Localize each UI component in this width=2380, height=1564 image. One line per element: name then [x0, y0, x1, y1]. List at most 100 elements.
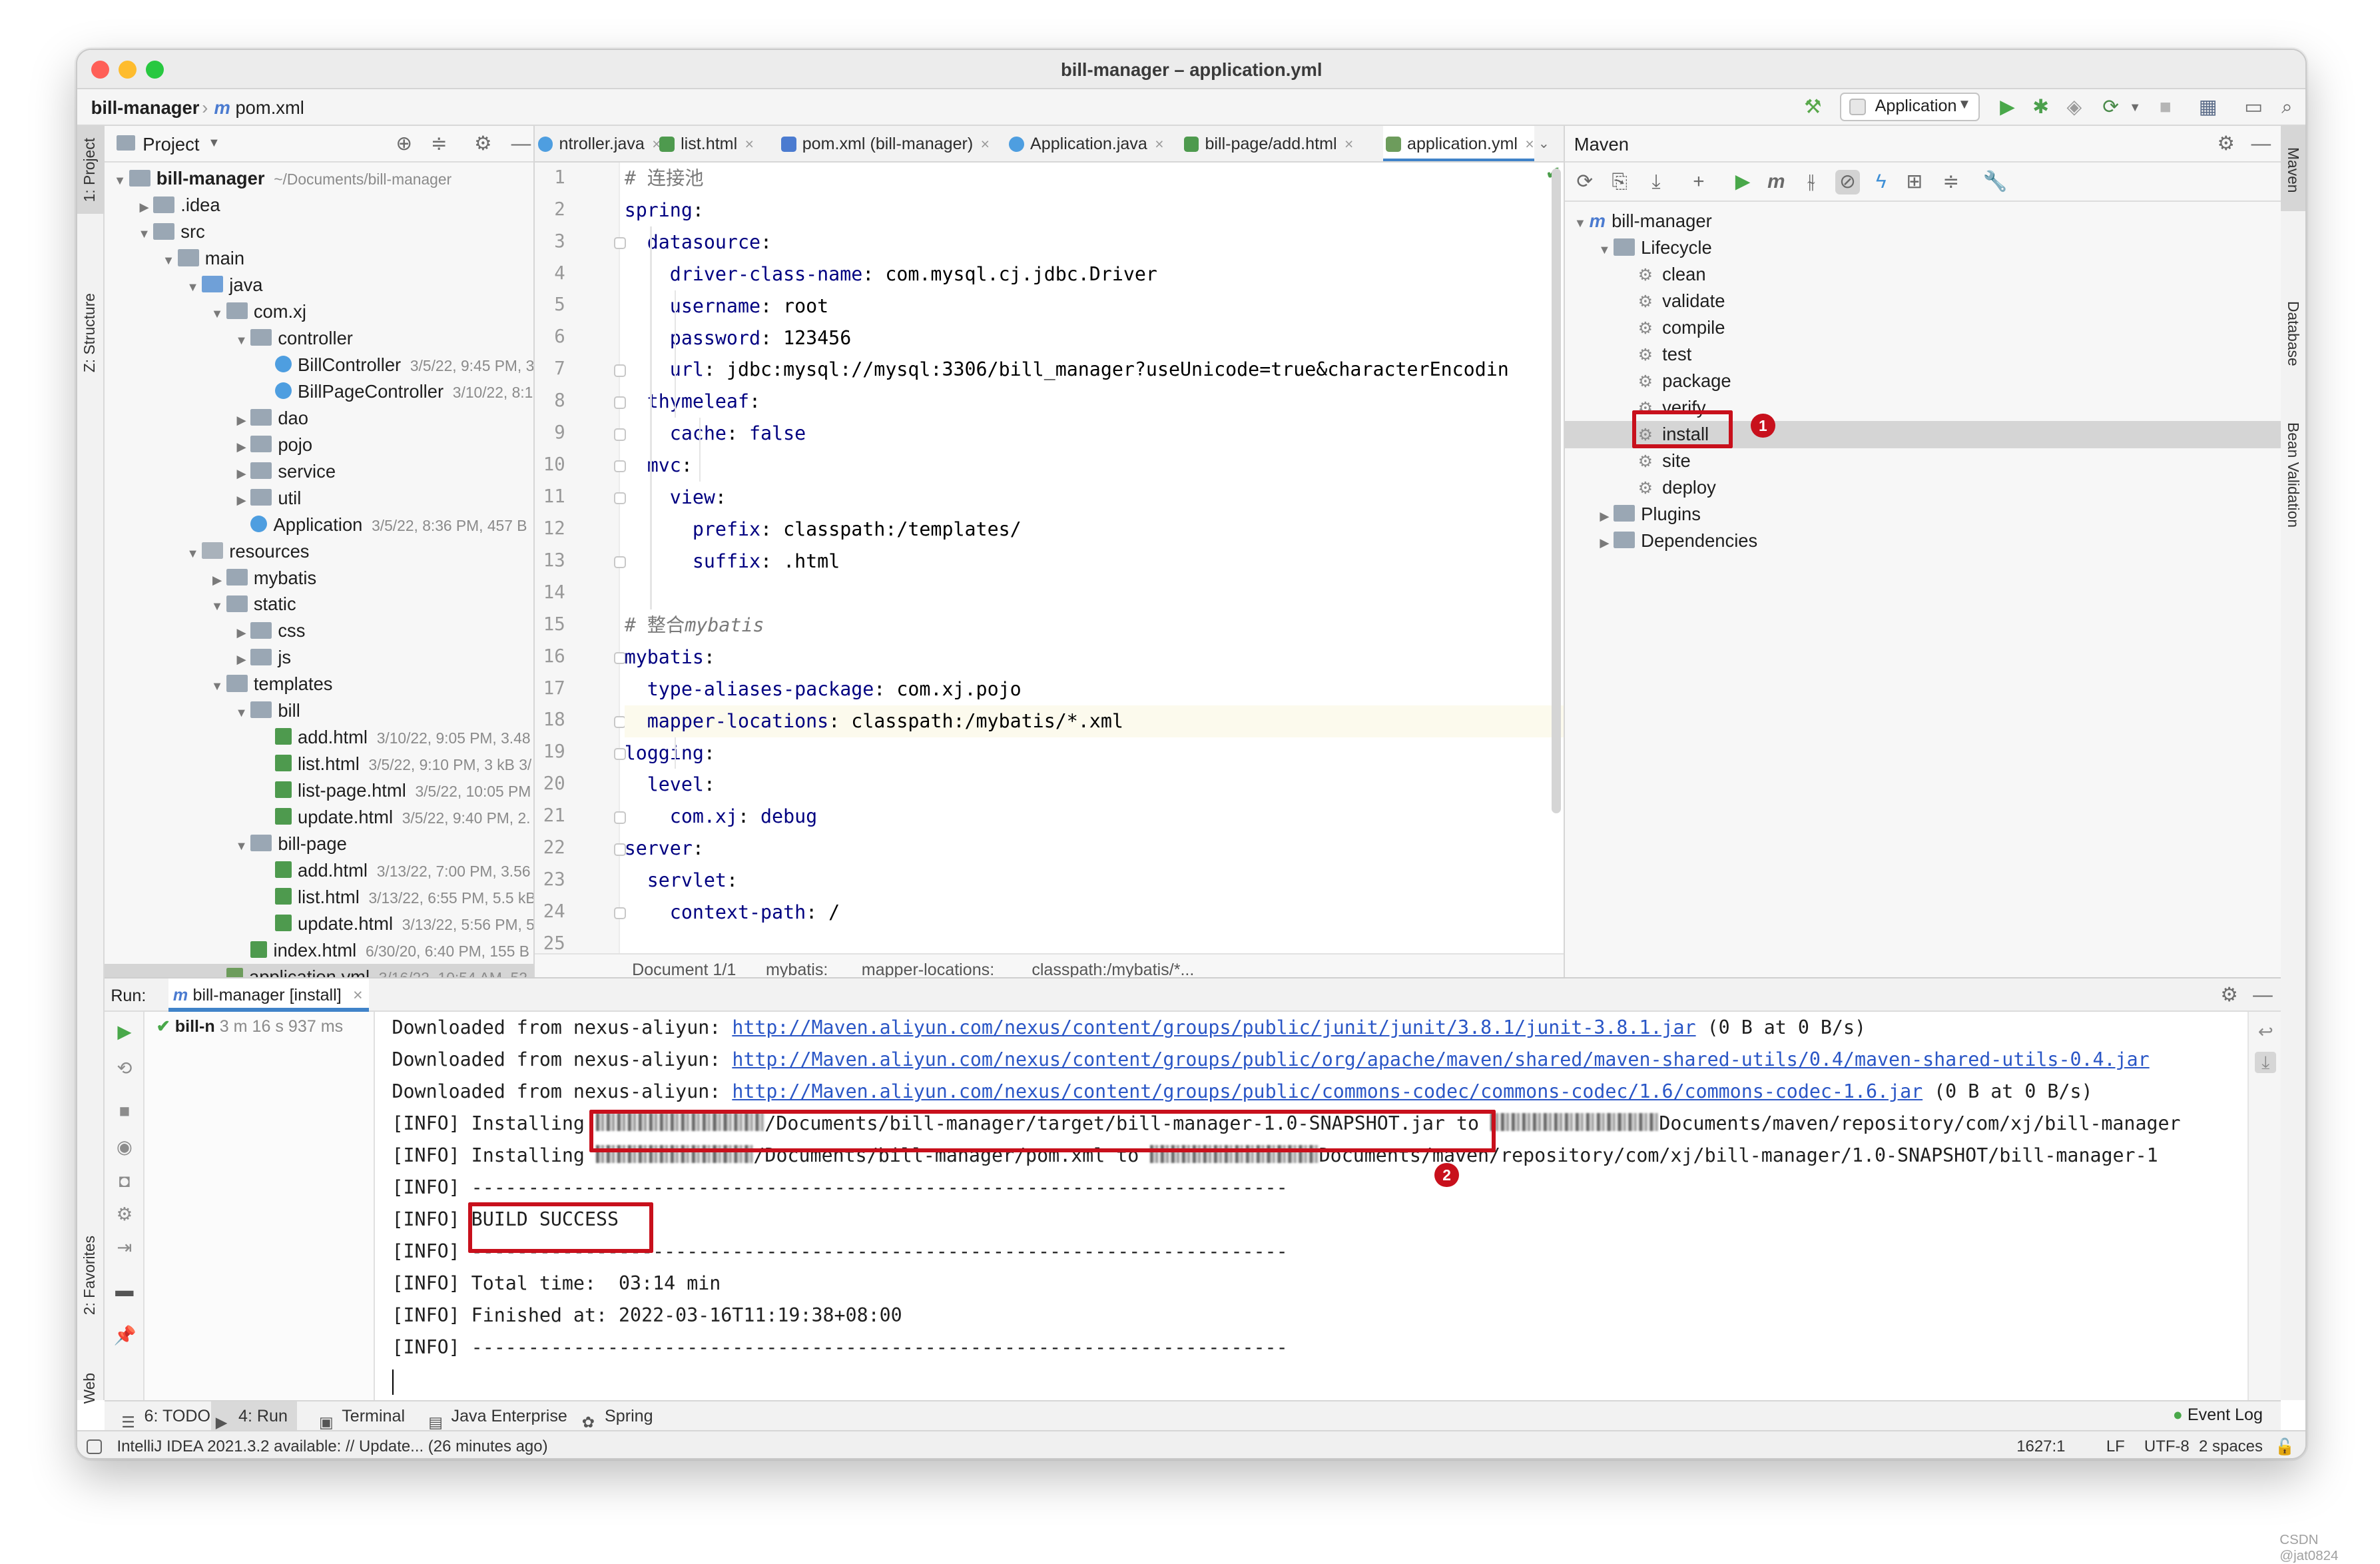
favorites-tool-label[interactable]: 2: Favorites — [81, 1236, 99, 1315]
caret-position[interactable]: 1627:1 — [2016, 1437, 2065, 1456]
maven-tree-row[interactable]: ⚙ test — [1620, 341, 1692, 368]
expand-down-icon[interactable]: ▼ — [208, 593, 226, 619]
line-separator[interactable]: LF — [2106, 1437, 2125, 1456]
bottom-tab[interactable]: ☰ 6: TODO — [117, 1401, 219, 1432]
tree-row[interactable]: ▼ src — [105, 218, 533, 245]
project-tool-label[interactable]: 1: Project — [81, 138, 99, 202]
tree-row[interactable]: BillPageController 3/10/22, 8:1 — [105, 378, 533, 405]
bottom-tab[interactable]: ▶ 4: Run — [210, 1401, 297, 1432]
expand-down-icon[interactable]: ▼ — [159, 247, 177, 274]
toggle-offline-icon[interactable]: ⫳ — [1799, 170, 1824, 195]
tree-row[interactable]: ▼ static — [105, 591, 533, 617]
stop-icon[interactable]: ■ — [114, 1100, 135, 1122]
maven-tree-row[interactable]: ⚙ deploy — [1620, 474, 1716, 501]
tree-row[interactable]: add.html 3/10/22, 9:05 PM, 3.48 — [105, 724, 533, 751]
expand-right-icon[interactable]: ▶ — [208, 567, 226, 593]
tree-row[interactable]: add.html 3/13/22, 7:00 PM, 3.56 — [105, 857, 533, 884]
tree-row[interactable]: ▼ bill-page — [105, 831, 533, 857]
tree-row[interactable]: ▼ java — [105, 272, 533, 298]
tree-row[interactable]: ▶ .idea — [105, 192, 533, 218]
tree-row[interactable]: update.html 3/5/22, 9:40 PM, 2. — [105, 804, 533, 831]
tree-row[interactable]: ▶ js — [105, 644, 533, 671]
gear-icon[interactable]: ⚙ — [471, 132, 495, 157]
search-icon[interactable]: ⌕ — [2275, 95, 2299, 120]
console-link[interactable]: http://Maven.aliyun.com/nexus/content/gr… — [732, 1080, 1923, 1102]
tree-row[interactable]: ▶ service — [105, 458, 533, 485]
chevron-down-icon[interactable]: ▼ — [2123, 95, 2148, 120]
rerun-failed-icon[interactable]: ⟲ — [114, 1058, 135, 1079]
download-icon[interactable]: ⤓ — [1644, 170, 1669, 195]
tree-row[interactable]: ▶ css — [105, 617, 533, 644]
expand-down-icon[interactable]: ▼ — [232, 833, 250, 859]
tree-row[interactable]: ▼ com.xj — [105, 298, 533, 325]
gear-icon[interactable]: ⚙ — [2214, 132, 2239, 157]
tree-row[interactable]: list-page.html 3/5/22, 10:05 PM — [105, 777, 533, 804]
close-tab-icon[interactable]: × — [353, 978, 363, 1012]
console-link[interactable]: http://Maven.aliyun.com/nexus/content/gr… — [732, 1048, 2149, 1070]
editor-tab[interactable]: Application.java × — [1006, 126, 1164, 161]
chevron-down-icon[interactable]: ⌄ — [1532, 132, 1556, 157]
expand-down-icon[interactable]: ▼ — [135, 220, 153, 247]
expand-down-icon[interactable]: ▼ — [232, 327, 250, 354]
status-message[interactable]: IntelliJ IDEA 2021.3.2 available: // Upd… — [117, 1437, 547, 1456]
collapse-all-icon[interactable]: ≑ — [1939, 170, 1964, 195]
skip-tests-icon[interactable]: ⊘ — [1835, 170, 1860, 195]
indent-setting[interactable]: 2 spaces — [2199, 1437, 2263, 1456]
tree-row[interactable]: list.html 3/13/22, 6:55 PM, 5.5 kB — [105, 884, 533, 911]
structure-tool-label[interactable]: Z: Structure — [81, 293, 99, 372]
tree-row[interactable]: ▶ mybatis — [105, 565, 533, 591]
import-icon[interactable]: ⇥ — [114, 1237, 135, 1258]
event-log[interactable]: ● Event Log — [2173, 1405, 2263, 1425]
tree-row[interactable]: ▼ controller — [105, 325, 533, 352]
bottom-tab[interactable]: ▣ Terminal — [314, 1401, 414, 1432]
project-panel-title[interactable]: Project — [143, 134, 199, 155]
tree-row[interactable]: ▼ bill-manager ~/Documents/bill-manager — [105, 165, 533, 192]
show-dependencies-icon[interactable]: ⊞ — [1903, 170, 1927, 195]
stop-icon[interactable]: ■ — [2154, 95, 2178, 120]
bottom-tab[interactable]: ▤ Java Enterprise — [424, 1401, 576, 1432]
web-tool-label[interactable]: Web — [81, 1373, 99, 1404]
expand-right-icon[interactable]: ▶ — [232, 619, 250, 646]
rerun-icon[interactable]: ▶ — [114, 1021, 135, 1042]
expand-right-icon[interactable]: ▶ — [232, 407, 250, 434]
locate-icon[interactable]: ⊕ — [392, 132, 417, 157]
editor-tab[interactable]: bill-page/add.html × — [1181, 126, 1353, 161]
maven-goal-icon[interactable]: m — [1764, 170, 1789, 195]
maven-tool-label[interactable]: Maven — [2284, 147, 2302, 193]
settings-icon[interactable]: ⚙ — [114, 1204, 135, 1225]
console-link[interactable]: http://Maven.aliyun.com/nexus/content/gr… — [732, 1016, 1695, 1038]
chevron-down-icon[interactable]: ▼ — [208, 135, 220, 150]
coverage-icon[interactable]: ◈ — [2062, 95, 2087, 120]
camera-icon[interactable]: ◘ — [114, 1170, 135, 1192]
code-editor[interactable]: # 连接池 spring: datasource: driver-class-na… — [624, 163, 1564, 983]
maven-tree-row[interactable]: ▼ m bill-manager — [1571, 208, 1712, 234]
hide-panel-icon[interactable]: — — [509, 132, 533, 157]
project-structure-icon[interactable]: ▦ — [2196, 95, 2220, 120]
tree-row[interactable]: ▶ pojo — [105, 432, 533, 458]
run-icon[interactable]: ▶ — [1995, 95, 2020, 120]
expand-right-icon[interactable]: ▶ — [232, 434, 250, 460]
close-tab-icon[interactable]: × — [1525, 135, 1534, 153]
toggle-tool-windows-icon[interactable] — [86, 1439, 102, 1455]
tree-row[interactable]: update.html 3/13/22, 5:56 PM, 5 — [105, 911, 533, 937]
close-tab-icon[interactable]: × — [1344, 135, 1353, 153]
close-tab-icon[interactable]: × — [745, 135, 754, 153]
lightning-icon[interactable]: ϟ — [1869, 170, 1894, 195]
hide-panel-icon[interactable]: — — [2251, 983, 2275, 1008]
build-hammer-icon[interactable]: ⚒ — [1801, 95, 1825, 120]
wrench-icon[interactable]: 🔧 — [1983, 170, 2008, 195]
expand-down-icon[interactable]: ▼ — [232, 699, 250, 726]
maven-tree-row[interactable]: ⚙ validate — [1620, 288, 1725, 314]
maven-tree-row[interactable]: ⚙ compile — [1620, 314, 1725, 341]
close-tab-icon[interactable]: × — [1155, 135, 1163, 153]
reload-icon[interactable]: ⟳ — [1573, 170, 1598, 195]
collapse-all-icon[interactable]: ≑ — [427, 132, 451, 157]
maven-tree-row[interactable]: ▼ Lifecycle — [1596, 234, 1711, 261]
run-tree-item[interactable]: ✔ bill-n 3 m 16 s 937 ms — [156, 1016, 343, 1036]
layout-icon[interactable]: ▬ — [114, 1280, 135, 1301]
editor-tab[interactable]: application.yml × — [1382, 126, 1534, 161]
nav-file[interactable]: pom.xml — [235, 97, 304, 119]
expand-right-icon[interactable]: ▶ — [232, 646, 250, 673]
bottom-tab[interactable]: ✿ Spring — [577, 1401, 662, 1432]
expand-down-icon[interactable]: ▼ — [184, 540, 202, 567]
